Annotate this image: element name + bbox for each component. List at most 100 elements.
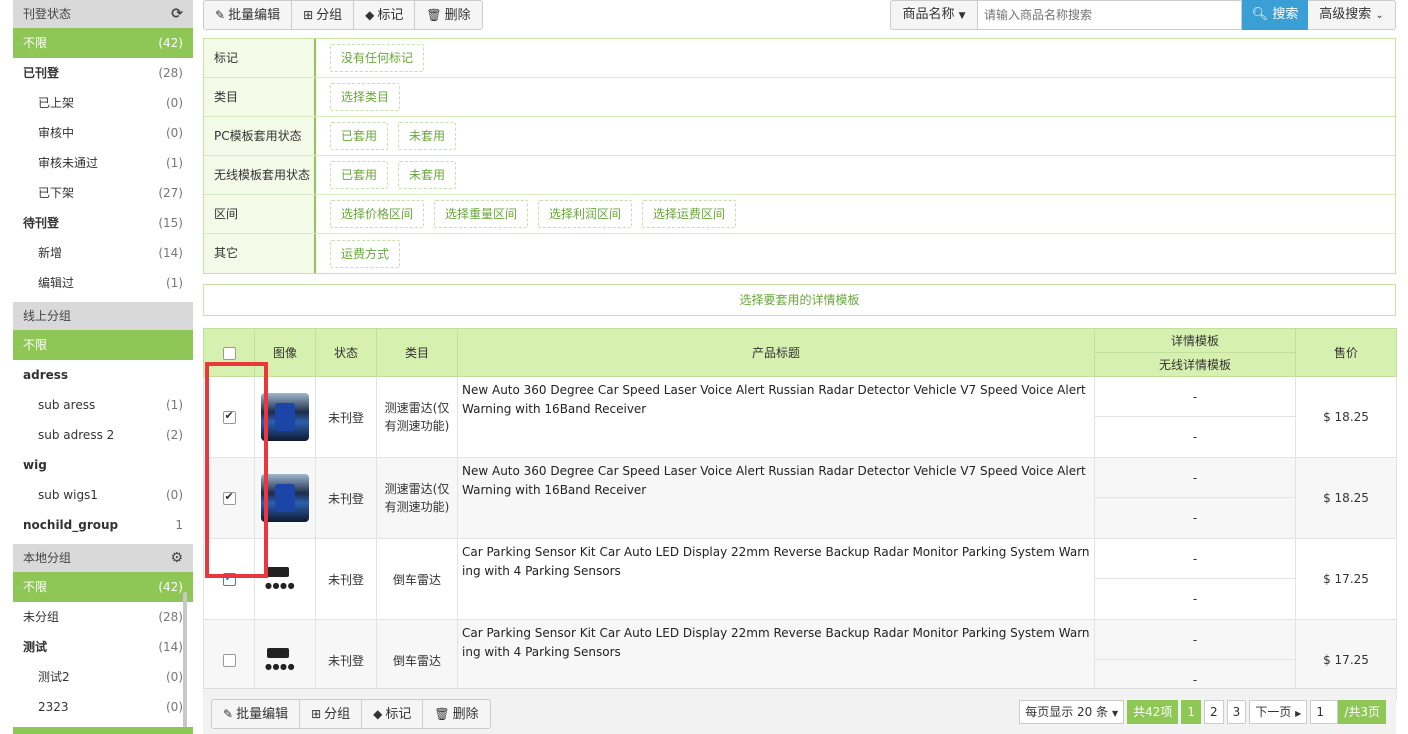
batch-edit-button[interactable]: ✎ 批量编辑	[204, 1, 293, 29]
filter-chip-pc-applied[interactable]: 已套用	[330, 122, 389, 150]
product-image[interactable]	[261, 636, 309, 684]
select-detail-template-bar[interactable]: 选择要套用的详情模板	[203, 284, 1396, 316]
row-status: 未刊登	[315, 538, 377, 620]
filter-chip-weight-range[interactable]: 选择重量区间	[434, 200, 529, 228]
sidebar-bottom-bar	[13, 727, 193, 734]
filter-chip-profit-range[interactable]: 选择利润区间	[538, 200, 633, 228]
row-detail-template[interactable]: -	[1095, 377, 1295, 417]
sidebar-item-new[interactable]: 新增 (14)	[13, 238, 193, 268]
filter-chip-shipping-method[interactable]: 运费方式	[330, 239, 401, 268]
sidebar-item-listed[interactable]: 已上架 (0)	[13, 88, 193, 118]
filter-row-mark: 标记 没有任何标记	[204, 39, 1395, 78]
refresh-icon[interactable]: ⟳	[171, 0, 183, 28]
publish-status-title: 刊登状态	[23, 7, 72, 21]
group-button[interactable]: ⊞ 分组	[292, 1, 355, 29]
filter-chip-price-range[interactable]: 选择价格区间	[330, 200, 425, 228]
filter-label: 标记	[204, 39, 316, 77]
sidebar-item-sub-aress[interactable]: sub aress (1)	[13, 390, 193, 420]
bottom-group-button[interactable]: ⊞ 分组	[300, 700, 363, 728]
row-mobile-template[interactable]: -	[1095, 417, 1295, 457]
row-detail-template[interactable]: -	[1095, 620, 1295, 660]
mark-button[interactable]: ◆ 标记	[354, 1, 416, 29]
total-pages: /共3页	[1338, 700, 1386, 724]
sidebar-item-sub-adress-2[interactable]: sub adress 2 (2)	[13, 420, 193, 450]
sidebar-item-publish-all[interactable]: 不限 (42)	[13, 28, 193, 58]
header-title: 产品标题	[457, 328, 1095, 377]
trash-icon: 🗑	[434, 707, 450, 721]
sidebar-item-wig[interactable]: wig	[13, 450, 193, 480]
advanced-search-button[interactable]: 高级搜索 ⌄	[1308, 0, 1396, 30]
row-detail-template[interactable]: -	[1095, 458, 1295, 498]
caret-right-icon: ▶	[1295, 709, 1302, 718]
sitemap-icon: ⊞	[303, 8, 314, 22]
product-image[interactable]	[261, 555, 309, 603]
page-jump-input[interactable]: 1	[1310, 700, 1339, 724]
local-group-header: 本地分组 ⚙	[13, 544, 193, 572]
filter-label: PC模板套用状态	[204, 117, 316, 155]
bottom-action-button-group: ✎ 批量编辑 ⊞ 分组 ◆ 标记 🗑 删除	[211, 699, 491, 729]
sidebar-item-test[interactable]: 测试 (14)	[13, 632, 193, 662]
bottom-toolbar: ✎ 批量编辑 ⊞ 分组 ◆ 标记 🗑 删除 每页显示 20 条 ▼ 共42项 1 2 3…	[203, 688, 1396, 734]
sidebar-item-adress[interactable]: adress	[13, 360, 193, 390]
publish-status-header: 刊登状态 ⟳	[13, 0, 193, 28]
filter-label: 类目	[204, 78, 316, 116]
sidebar-item-review-failed[interactable]: 审核未通过 (1)	[13, 148, 193, 178]
sidebar-scrollbar[interactable]	[183, 592, 187, 734]
bottom-delete-button[interactable]: 🗑 删除	[423, 700, 489, 728]
sidebar-item-ungrouped[interactable]: 未分组 (28)	[13, 602, 193, 632]
filter-label: 无线模板套用状态	[204, 156, 316, 194]
product-image[interactable]	[261, 393, 309, 441]
filter-chip-shipping-range[interactable]: 选择运费区间	[642, 200, 737, 228]
sidebar: 刊登状态 ⟳ 不限 (42) 已刊登 (28) 已上架 (0) 审核中 (0) 审核未通…	[13, 0, 193, 734]
filter-chip-mobile-not-applied[interactable]: 未套用	[398, 161, 457, 189]
row-title[interactable]: Car Parking Sensor Kit Car Auto LED Disp…	[457, 538, 1095, 620]
sidebar-item-test2[interactable]: 测试2 (0)	[13, 662, 193, 692]
filter-row-mobile-template: 无线模板套用状态 已套用 未套用	[204, 156, 1395, 195]
sidebar-item-sub-wigs1[interactable]: sub wigs1 (0)	[13, 480, 193, 510]
filter-row-pc-template: PC模板套用状态 已套用 未套用	[204, 117, 1395, 156]
search-button[interactable]: 🔍︎ 搜索	[1242, 0, 1308, 30]
row-price: $ 17.25	[1295, 538, 1397, 620]
row-mobile-template[interactable]: -	[1095, 498, 1295, 538]
row-status: 未刊登	[315, 457, 377, 539]
pagination: 每页显示 20 条 ▼ 共42项 1 2 3 下一页 ▶ 1 /共3页	[1016, 700, 1386, 724]
sidebar-item-delisted[interactable]: 已下架 (27)	[13, 178, 193, 208]
sidebar-item-edited[interactable]: 编辑过 (1)	[13, 268, 193, 298]
sidebar-item-published[interactable]: 已刊登 (28)	[13, 58, 193, 88]
sidebar-item-nochild-group[interactable]: nochild_group 1	[13, 510, 193, 540]
sidebar-item-pending[interactable]: 待刊登 (15)	[13, 208, 193, 238]
local-group-title: 本地分组	[23, 551, 72, 565]
filter-chip-no-mark[interactable]: 没有任何标记	[330, 44, 425, 72]
row-title[interactable]: New Auto 360 Degree Car Speed Laser Voic…	[457, 376, 1095, 458]
filter-chip-select-category[interactable]: 选择类目	[330, 83, 401, 111]
per-page-select[interactable]: 每页显示 20 条 ▼	[1019, 700, 1125, 724]
chevron-down-icon: ⌄	[1375, 10, 1384, 21]
filter-row-other: 其它 运费方式	[204, 234, 1395, 273]
row-mobile-template[interactable]: -	[1095, 579, 1295, 619]
sidebar-item-2323[interactable]: 2323 (0)	[13, 692, 193, 722]
sidebar-item-local-all[interactable]: 不限 (42)	[13, 572, 193, 602]
page-1-button[interactable]: 1	[1181, 700, 1202, 724]
filter-chip-pc-not-applied[interactable]: 未套用	[398, 122, 457, 150]
sidebar-item-online-all[interactable]: 不限	[13, 330, 193, 360]
search-field-select[interactable]: 商品名称 ▼	[890, 0, 978, 30]
row-checkbox[interactable]	[222, 654, 236, 667]
filter-label: 区间	[204, 195, 316, 233]
bottom-mark-button[interactable]: ◆ 标记	[362, 700, 424, 728]
header-price: 售价	[1295, 328, 1397, 377]
sidebar-item-reviewing[interactable]: 审核中 (0)	[13, 118, 193, 148]
delete-button[interactable]: 🗑 删除	[415, 1, 481, 29]
page-3-button[interactable]: 3	[1226, 700, 1247, 724]
filter-row-range: 区间 选择价格区间 选择重量区间 选择利润区间 选择运费区间	[204, 195, 1395, 234]
row-detail-template[interactable]: -	[1095, 539, 1295, 579]
filter-chip-mobile-applied[interactable]: 已套用	[330, 161, 389, 189]
row-title[interactable]: New Auto 360 Degree Car Speed Laser Voic…	[457, 457, 1095, 539]
gear-icon[interactable]: ⚙	[170, 544, 183, 572]
next-page-button[interactable]: 下一页 ▶	[1249, 700, 1308, 724]
bottom-batch-edit-button[interactable]: ✎ 批量编辑	[212, 700, 301, 728]
page-2-button[interactable]: 2	[1204, 700, 1224, 724]
select-all-checkbox[interactable]	[222, 346, 236, 360]
table-row: 未刊登 测速雷达(仅有测速功能) New Auto 360 Degree Car…	[203, 457, 1397, 539]
product-image[interactable]	[261, 474, 309, 522]
search-input[interactable]	[978, 0, 1242, 30]
